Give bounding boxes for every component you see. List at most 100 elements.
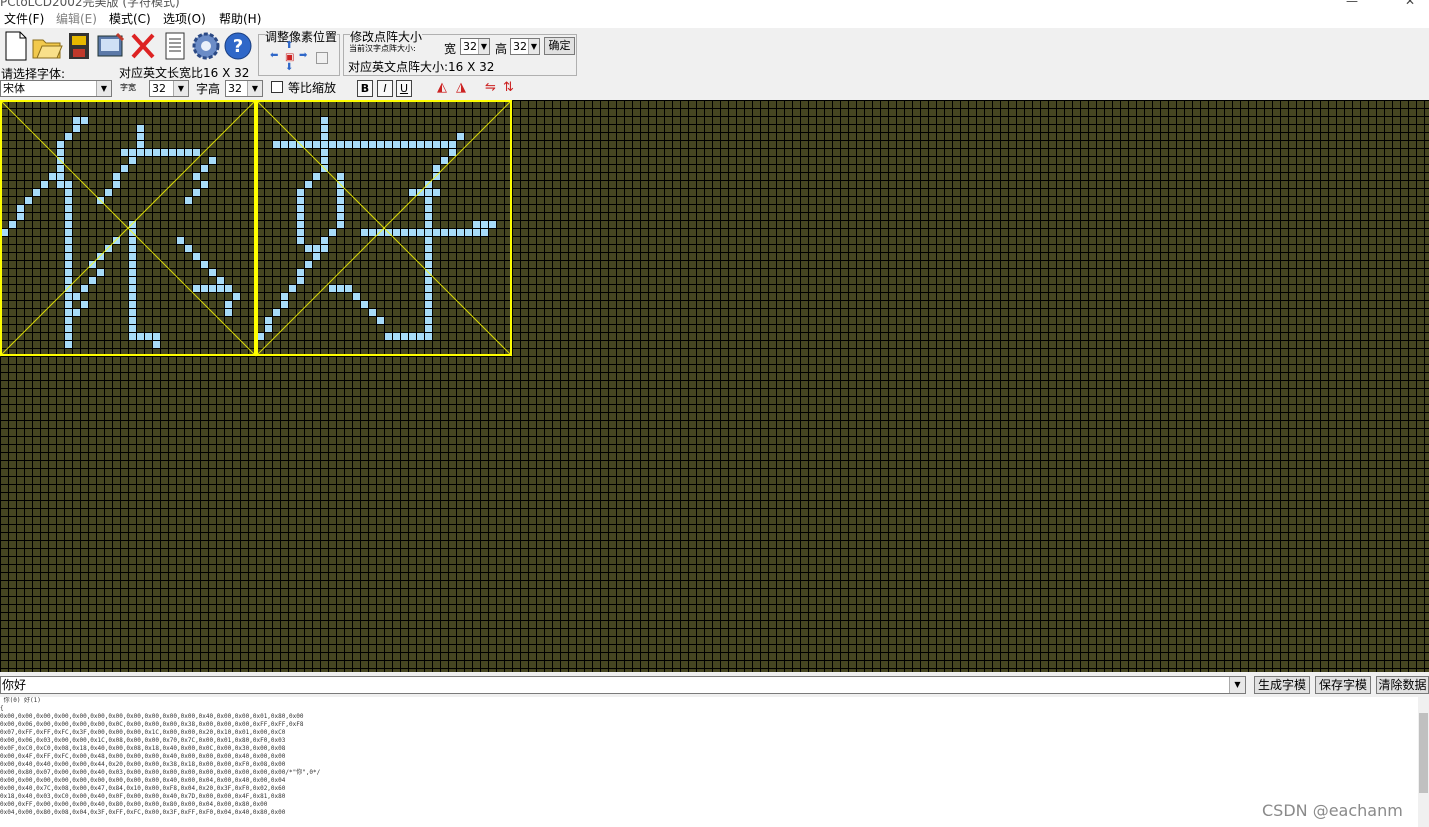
pixel bbox=[137, 141, 144, 148]
menu-mode[interactable]: 模式(C) bbox=[109, 10, 151, 27]
pixel bbox=[97, 269, 104, 276]
gear-icon[interactable] bbox=[190, 29, 222, 63]
pixel bbox=[65, 213, 72, 220]
output-lines: {0x00,0x00,0x00,0x00,0x00,0x00,0x00,0x00… bbox=[0, 705, 1429, 817]
menu-help[interactable]: 帮助(H) bbox=[219, 10, 261, 27]
move-up-icon[interactable]: ⬆ bbox=[285, 40, 293, 51]
char-width-value: 32 bbox=[152, 82, 166, 95]
pixel bbox=[329, 229, 336, 236]
generate-button[interactable]: 生成字模 bbox=[1254, 676, 1310, 694]
chevron-down-icon[interactable]: ▼ bbox=[528, 39, 539, 54]
chevron-down-icon[interactable]: ▼ bbox=[247, 81, 262, 96]
proportional-checkbox[interactable] bbox=[271, 81, 283, 93]
confirm-button[interactable]: 确定 bbox=[544, 37, 575, 55]
pixel bbox=[137, 133, 144, 140]
italic-button[interactable]: I bbox=[377, 80, 393, 97]
pixel bbox=[313, 253, 320, 260]
chevron-down-icon[interactable]: ▼ bbox=[96, 81, 111, 96]
pixel bbox=[297, 197, 304, 204]
pixel bbox=[425, 229, 432, 236]
output-line: 0x00,0x40,0x7C,0x08,0x00,0x47,0x84,0x10,… bbox=[0, 785, 286, 792]
proportional-label: 等比缩放 bbox=[288, 81, 337, 95]
pixel bbox=[337, 221, 344, 228]
pixel bbox=[193, 149, 200, 156]
pixel bbox=[105, 189, 112, 196]
pixel bbox=[33, 189, 40, 196]
pixel bbox=[105, 245, 112, 252]
pixel bbox=[337, 205, 344, 212]
pixel bbox=[425, 141, 432, 148]
scrollbar-thumb[interactable] bbox=[1419, 713, 1428, 793]
menu-edit[interactable]: 编辑(E) bbox=[56, 10, 97, 27]
pixel bbox=[65, 229, 72, 236]
close-icon[interactable]: ✕ bbox=[1405, 0, 1415, 8]
text-input[interactable]: 你好 ▼ bbox=[0, 676, 1246, 694]
pixel bbox=[97, 253, 104, 260]
menu-file[interactable]: 文件(F) bbox=[4, 10, 44, 27]
pixel bbox=[17, 205, 24, 212]
help-icon[interactable]: ? bbox=[222, 29, 254, 63]
pixel bbox=[321, 157, 328, 164]
chevron-down-icon[interactable]: ▼ bbox=[173, 81, 188, 96]
pixel bbox=[161, 149, 168, 156]
pixel bbox=[441, 157, 448, 164]
underline-button[interactable]: U bbox=[396, 80, 412, 97]
pixel bbox=[297, 277, 304, 284]
bold-button[interactable]: B bbox=[357, 80, 373, 97]
pixel bbox=[129, 253, 136, 260]
output-textarea[interactable]: 你(0) 好(1) {0x00,0x00,0x00,0x00,0x00,0x00… bbox=[0, 697, 1429, 827]
height-select[interactable]: 32 ▼ bbox=[510, 38, 540, 55]
move-down-icon[interactable]: ⬇ bbox=[285, 62, 293, 73]
pixel bbox=[305, 181, 312, 188]
move-right-icon[interactable]: ➡ bbox=[299, 50, 307, 61]
pixel bbox=[409, 141, 416, 148]
pixel bbox=[481, 221, 488, 228]
chevron-down-icon[interactable]: ▼ bbox=[1229, 677, 1245, 693]
pixel bbox=[209, 285, 216, 292]
save-font-button[interactable]: 保存字模 bbox=[1315, 676, 1371, 694]
document-icon[interactable] bbox=[159, 29, 191, 63]
save-icon[interactable] bbox=[63, 29, 95, 63]
frame-icon[interactable] bbox=[316, 52, 328, 64]
new-file-icon[interactable] bbox=[0, 29, 32, 63]
pixel bbox=[281, 141, 288, 148]
pixel bbox=[433, 165, 440, 172]
open-folder-icon[interactable] bbox=[31, 29, 63, 63]
pixel bbox=[225, 309, 232, 316]
pixel bbox=[353, 293, 360, 300]
pixel bbox=[457, 229, 464, 236]
pixel bbox=[153, 341, 160, 348]
menu-options[interactable]: 选项(O) bbox=[163, 10, 206, 27]
pixel bbox=[425, 325, 432, 332]
flip-horizontal-icon[interactable]: ⇋ bbox=[485, 80, 496, 95]
pixel bbox=[129, 237, 136, 244]
minimize-icon[interactable]: — bbox=[1346, 0, 1358, 8]
import-image-icon[interactable] bbox=[95, 29, 127, 63]
font-select[interactable]: 宋体 ▼ bbox=[0, 80, 112, 97]
pixel bbox=[89, 277, 96, 284]
pixel bbox=[433, 189, 440, 196]
chevron-down-icon[interactable]: ▼ bbox=[478, 39, 489, 54]
pixel bbox=[57, 141, 64, 148]
pixel bbox=[73, 117, 80, 124]
move-left-icon[interactable]: ⬅ bbox=[270, 50, 278, 61]
char-width-select[interactable]: 32 ▼ bbox=[149, 80, 189, 97]
pixel bbox=[425, 293, 432, 300]
pixel bbox=[417, 141, 424, 148]
delete-icon[interactable] bbox=[127, 29, 159, 63]
pixel bbox=[385, 141, 392, 148]
width-select[interactable]: 32 ▼ bbox=[460, 38, 490, 55]
vertical-scrollbar[interactable] bbox=[1418, 697, 1429, 827]
char-height-select[interactable]: 32 ▼ bbox=[225, 80, 263, 97]
output-line: 0x18,0x40,0x03,0xC0,0x00,0x40,0x0F,0x00,… bbox=[0, 793, 286, 800]
flip-vertical-icon[interactable]: ⇅ bbox=[503, 80, 514, 95]
pixel bbox=[401, 333, 408, 340]
rotate-left-icon[interactable]: ◭ bbox=[437, 80, 447, 95]
pixel bbox=[425, 285, 432, 292]
output-line: 0x00,0x00,0x00,0x00,0x00,0x00,0x00,0x00,… bbox=[0, 777, 286, 784]
clear-data-button[interactable]: 清除数据 bbox=[1376, 676, 1429, 694]
current-size-label: 当前汉字点阵大小: bbox=[349, 44, 416, 53]
pixel bbox=[329, 141, 336, 148]
rotate-right-icon[interactable]: ◮ bbox=[456, 80, 466, 95]
pixel bbox=[321, 117, 328, 124]
